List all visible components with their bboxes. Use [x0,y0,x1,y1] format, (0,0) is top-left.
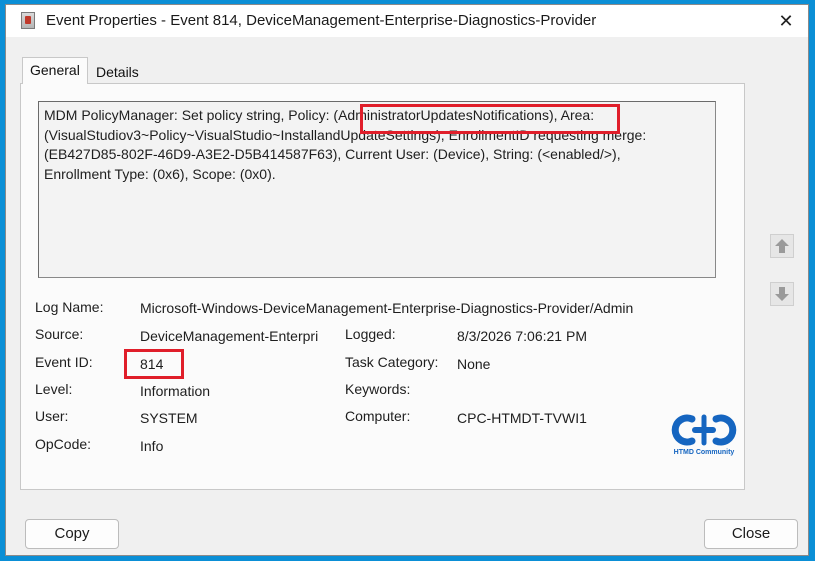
source-label: Source: [35,326,84,342]
htmd-logo-icon [671,414,737,446]
description-line: (VisualStudiov3~Policy~VisualStudio~Inst… [44,126,647,143]
description-line: (EB427D85-802F-46D9-A3E2-D5B414587F63), … [44,146,621,162]
tab-general[interactable]: General [22,57,88,84]
close-button[interactable]: Close [704,519,798,549]
opcode-value: Info [140,438,164,454]
source-value: DeviceManagement-Enterpri [140,328,319,344]
task-category-value: None [457,356,491,372]
logo-caption: HTMD Community [673,449,735,456]
task-category-label: Task Category: [345,354,439,370]
user-label: User: [35,408,69,424]
event-properties-window: Event Properties - Event 814, DeviceMana… [5,4,809,556]
user-value: SYSTEM [140,410,198,426]
level-label: Level: [35,381,73,397]
description-line: Enrollment Type: (0x6), Scope: (0x0). [44,165,276,182]
event-id-value: 814 [140,356,164,372]
arrow-up-icon [775,239,789,253]
logged-label: Logged: [345,326,396,342]
event-description[interactable]: MDM PolicyManager: Set policy string, Po… [38,101,716,278]
log-name-value: Microsoft-Windows-DeviceManagement-Enter… [140,300,634,316]
general-panel: MDM PolicyManager: Set policy string, Po… [20,83,745,490]
log-name-label: Log Name: [35,299,104,315]
copy-button[interactable]: Copy [25,519,119,549]
logged-value: 8/3/2026 7:06:21 PM [457,328,587,344]
level-value: Information [140,383,211,399]
app-event-icon [21,12,35,29]
htmd-logo: HTMD Community [670,411,740,463]
close-icon[interactable]: ✕ [774,9,798,33]
window-title: Event Properties - Event 814, DeviceMana… [46,12,597,29]
previous-event-button[interactable] [770,234,794,258]
computer-value: CPC-HTMDT-TVWI1 [457,410,587,426]
title-bar: Event Properties - Event 814, DeviceMana… [6,5,808,37]
keywords-label: Keywords: [345,381,411,397]
description-line: MDM PolicyManager: Set policy string, Po… [44,107,595,123]
computer-label: Computer: [345,408,411,424]
event-id-label: Event ID: [35,354,93,370]
opcode-label: OpCode: [35,436,92,452]
arrow-down-icon [775,287,789,301]
next-event-button[interactable] [770,282,794,306]
